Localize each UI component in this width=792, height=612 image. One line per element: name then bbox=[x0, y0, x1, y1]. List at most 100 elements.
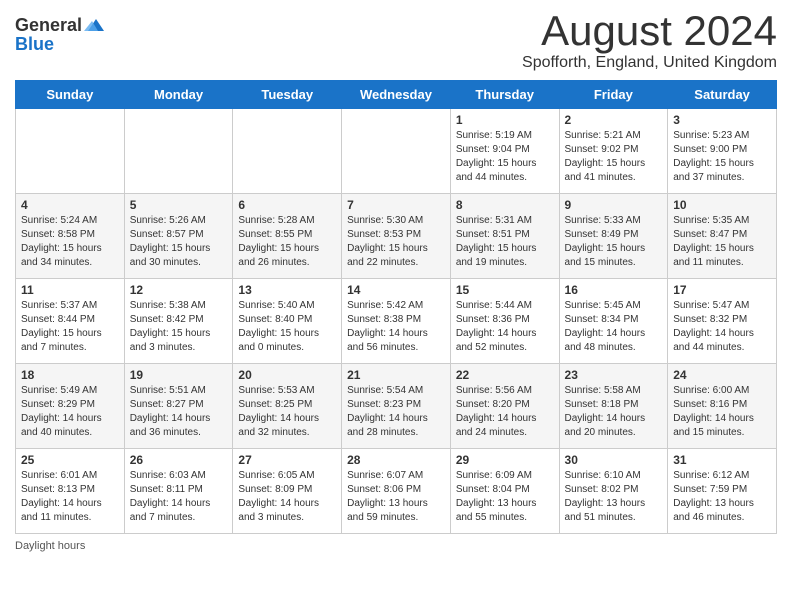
day-info: Sunrise: 5:56 AM Sunset: 8:20 PM Dayligh… bbox=[456, 384, 554, 440]
day-info: Sunrise: 5:26 AM Sunset: 8:57 PM Dayligh… bbox=[130, 214, 228, 270]
day-cell: 27 Sunrise: 6:05 AM Sunset: 8:09 PM Dayl… bbox=[233, 449, 342, 534]
day-info: Sunrise: 5:40 AM Sunset: 8:40 PM Dayligh… bbox=[238, 299, 336, 355]
day-info: Sunrise: 5:49 AM Sunset: 8:29 PM Dayligh… bbox=[21, 384, 119, 440]
day-cell bbox=[16, 109, 125, 194]
day-number: 22 bbox=[456, 368, 554, 382]
day-cell: 14 Sunrise: 5:42 AM Sunset: 8:38 PM Dayl… bbox=[342, 279, 451, 364]
day-info: Sunrise: 6:10 AM Sunset: 8:02 PM Dayligh… bbox=[565, 469, 663, 525]
day-info: Sunrise: 6:01 AM Sunset: 8:13 PM Dayligh… bbox=[21, 469, 119, 525]
day-cell: 15 Sunrise: 5:44 AM Sunset: 8:36 PM Dayl… bbox=[450, 279, 559, 364]
day-info: Sunrise: 5:23 AM Sunset: 9:00 PM Dayligh… bbox=[673, 129, 771, 185]
logo-icon bbox=[84, 17, 106, 35]
day-info: Sunrise: 5:44 AM Sunset: 8:36 PM Dayligh… bbox=[456, 299, 554, 355]
day-number: 9 bbox=[565, 198, 663, 212]
day-cell: 17 Sunrise: 5:47 AM Sunset: 8:32 PM Dayl… bbox=[668, 279, 777, 364]
day-info: Sunrise: 5:24 AM Sunset: 8:58 PM Dayligh… bbox=[21, 214, 119, 270]
day-number: 13 bbox=[238, 283, 336, 297]
day-cell: 29 Sunrise: 6:09 AM Sunset: 8:04 PM Dayl… bbox=[450, 449, 559, 534]
day-number: 10 bbox=[673, 198, 771, 212]
day-number: 15 bbox=[456, 283, 554, 297]
day-number: 2 bbox=[565, 113, 663, 127]
weekday-wednesday: Wednesday bbox=[342, 81, 451, 109]
day-cell: 30 Sunrise: 6:10 AM Sunset: 8:02 PM Dayl… bbox=[559, 449, 668, 534]
day-cell: 2 Sunrise: 5:21 AM Sunset: 9:02 PM Dayli… bbox=[559, 109, 668, 194]
day-cell: 7 Sunrise: 5:30 AM Sunset: 8:53 PM Dayli… bbox=[342, 194, 451, 279]
header: General Blue August 2024 Spofforth, Engl… bbox=[15, 10, 777, 72]
day-number: 6 bbox=[238, 198, 336, 212]
day-cell: 8 Sunrise: 5:31 AM Sunset: 8:51 PM Dayli… bbox=[450, 194, 559, 279]
day-number: 4 bbox=[21, 198, 119, 212]
day-cell: 12 Sunrise: 5:38 AM Sunset: 8:42 PM Dayl… bbox=[124, 279, 233, 364]
day-info: Sunrise: 5:28 AM Sunset: 8:55 PM Dayligh… bbox=[238, 214, 336, 270]
day-number: 11 bbox=[21, 283, 119, 297]
day-number: 19 bbox=[130, 368, 228, 382]
day-info: Sunrise: 5:33 AM Sunset: 8:49 PM Dayligh… bbox=[565, 214, 663, 270]
day-info: Sunrise: 5:37 AM Sunset: 8:44 PM Dayligh… bbox=[21, 299, 119, 355]
day-number: 20 bbox=[238, 368, 336, 382]
day-cell: 24 Sunrise: 6:00 AM Sunset: 8:16 PM Dayl… bbox=[668, 364, 777, 449]
day-info: Sunrise: 5:47 AM Sunset: 8:32 PM Dayligh… bbox=[673, 299, 771, 355]
day-cell: 21 Sunrise: 5:54 AM Sunset: 8:23 PM Dayl… bbox=[342, 364, 451, 449]
week-row-5: 25 Sunrise: 6:01 AM Sunset: 8:13 PM Dayl… bbox=[16, 449, 777, 534]
day-cell bbox=[233, 109, 342, 194]
day-cell: 4 Sunrise: 5:24 AM Sunset: 8:58 PM Dayli… bbox=[16, 194, 125, 279]
weekday-tuesday: Tuesday bbox=[233, 81, 342, 109]
week-row-2: 4 Sunrise: 5:24 AM Sunset: 8:58 PM Dayli… bbox=[16, 194, 777, 279]
day-number: 28 bbox=[347, 453, 445, 467]
day-number: 7 bbox=[347, 198, 445, 212]
day-cell: 26 Sunrise: 6:03 AM Sunset: 8:11 PM Dayl… bbox=[124, 449, 233, 534]
day-cell: 6 Sunrise: 5:28 AM Sunset: 8:55 PM Dayli… bbox=[233, 194, 342, 279]
day-number: 14 bbox=[347, 283, 445, 297]
day-info: Sunrise: 5:35 AM Sunset: 8:47 PM Dayligh… bbox=[673, 214, 771, 270]
day-cell: 23 Sunrise: 5:58 AM Sunset: 8:18 PM Dayl… bbox=[559, 364, 668, 449]
day-number: 21 bbox=[347, 368, 445, 382]
day-cell: 22 Sunrise: 5:56 AM Sunset: 8:20 PM Dayl… bbox=[450, 364, 559, 449]
day-number: 24 bbox=[673, 368, 771, 382]
week-row-3: 11 Sunrise: 5:37 AM Sunset: 8:44 PM Dayl… bbox=[16, 279, 777, 364]
day-number: 30 bbox=[565, 453, 663, 467]
day-cell: 9 Sunrise: 5:33 AM Sunset: 8:49 PM Dayli… bbox=[559, 194, 668, 279]
day-info: Sunrise: 6:00 AM Sunset: 8:16 PM Dayligh… bbox=[673, 384, 771, 440]
day-cell: 31 Sunrise: 6:12 AM Sunset: 7:59 PM Dayl… bbox=[668, 449, 777, 534]
day-cell: 10 Sunrise: 5:35 AM Sunset: 8:47 PM Dayl… bbox=[668, 194, 777, 279]
day-number: 3 bbox=[673, 113, 771, 127]
month-title: August 2024 bbox=[522, 10, 777, 52]
day-cell: 19 Sunrise: 5:51 AM Sunset: 8:27 PM Dayl… bbox=[124, 364, 233, 449]
day-info: Sunrise: 5:54 AM Sunset: 8:23 PM Dayligh… bbox=[347, 384, 445, 440]
day-number: 1 bbox=[456, 113, 554, 127]
weekday-sunday: Sunday bbox=[16, 81, 125, 109]
day-number: 25 bbox=[21, 453, 119, 467]
day-number: 18 bbox=[21, 368, 119, 382]
day-info: Sunrise: 5:53 AM Sunset: 8:25 PM Dayligh… bbox=[238, 384, 336, 440]
day-info: Sunrise: 6:07 AM Sunset: 8:06 PM Dayligh… bbox=[347, 469, 445, 525]
day-info: Sunrise: 5:42 AM Sunset: 8:38 PM Dayligh… bbox=[347, 299, 445, 355]
day-cell bbox=[124, 109, 233, 194]
day-number: 5 bbox=[130, 198, 228, 212]
day-info: Sunrise: 5:58 AM Sunset: 8:18 PM Dayligh… bbox=[565, 384, 663, 440]
day-number: 29 bbox=[456, 453, 554, 467]
day-info: Sunrise: 5:21 AM Sunset: 9:02 PM Dayligh… bbox=[565, 129, 663, 185]
day-number: 31 bbox=[673, 453, 771, 467]
week-row-1: 1 Sunrise: 5:19 AM Sunset: 9:04 PM Dayli… bbox=[16, 109, 777, 194]
day-cell bbox=[342, 109, 451, 194]
logo-general: General bbox=[15, 15, 82, 36]
logo: General Blue bbox=[15, 15, 106, 55]
location-title: Spofforth, England, United Kingdom bbox=[522, 54, 777, 72]
day-number: 8 bbox=[456, 198, 554, 212]
day-number: 26 bbox=[130, 453, 228, 467]
day-info: Sunrise: 5:45 AM Sunset: 8:34 PM Dayligh… bbox=[565, 299, 663, 355]
day-info: Sunrise: 5:51 AM Sunset: 8:27 PM Dayligh… bbox=[130, 384, 228, 440]
day-cell: 1 Sunrise: 5:19 AM Sunset: 9:04 PM Dayli… bbox=[450, 109, 559, 194]
weekday-header-row: SundayMondayTuesdayWednesdayThursdayFrid… bbox=[16, 81, 777, 109]
day-cell: 13 Sunrise: 5:40 AM Sunset: 8:40 PM Dayl… bbox=[233, 279, 342, 364]
day-info: Sunrise: 6:12 AM Sunset: 7:59 PM Dayligh… bbox=[673, 469, 771, 525]
weekday-friday: Friday bbox=[559, 81, 668, 109]
day-cell: 11 Sunrise: 5:37 AM Sunset: 8:44 PM Dayl… bbox=[16, 279, 125, 364]
day-number: 12 bbox=[130, 283, 228, 297]
day-number: 16 bbox=[565, 283, 663, 297]
day-info: Sunrise: 5:30 AM Sunset: 8:53 PM Dayligh… bbox=[347, 214, 445, 270]
day-info: Sunrise: 5:38 AM Sunset: 8:42 PM Dayligh… bbox=[130, 299, 228, 355]
day-cell: 5 Sunrise: 5:26 AM Sunset: 8:57 PM Dayli… bbox=[124, 194, 233, 279]
day-info: Sunrise: 5:19 AM Sunset: 9:04 PM Dayligh… bbox=[456, 129, 554, 185]
weekday-monday: Monday bbox=[124, 81, 233, 109]
